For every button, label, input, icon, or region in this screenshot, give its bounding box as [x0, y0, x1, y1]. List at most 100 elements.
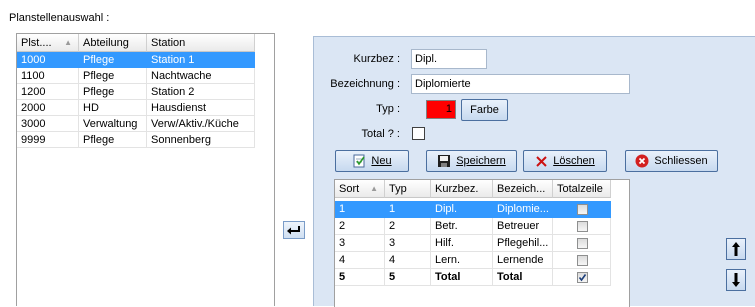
totalzeile-checkbox[interactable]	[577, 221, 588, 232]
loeschen-button-label: Löschen	[553, 155, 595, 167]
cell-sort: 3	[335, 235, 385, 252]
col-header-abteilung[interactable]: Abteilung	[79, 34, 147, 52]
cell-station: Station 1	[147, 52, 255, 68]
cell-plst: 9999	[17, 132, 79, 148]
checkmark-icon	[578, 274, 587, 282]
planstelle-row[interactable]: 1200 Pflege Station 2	[17, 84, 255, 100]
neu-button[interactable]: Neu	[335, 150, 409, 172]
col-header-plst-label: Plst....	[21, 37, 52, 49]
totalzeile-checkbox[interactable]	[577, 238, 588, 249]
cell-station: Hausdienst	[147, 100, 255, 116]
totalzeile-checkbox[interactable]	[577, 204, 588, 215]
bezeichnung-field[interactable]: Diplomierte	[411, 74, 630, 94]
cell-abteilung: HD	[79, 100, 147, 116]
typ-row[interactable]: 3 3 Hilf. Pflegehil...	[335, 235, 611, 252]
typ-row[interactable]: 5 5 Total Total	[335, 269, 611, 286]
schliessen-button[interactable]: Schliessen	[625, 150, 718, 172]
total-checkbox[interactable]	[412, 127, 425, 140]
cell-abteilung: Verwaltung	[79, 116, 147, 132]
col-header-totalzeile-label: Totalzeile	[557, 183, 603, 195]
kurzbez-field[interactable]: Dipl.	[411, 49, 487, 69]
farbe-button[interactable]: Farbe	[461, 99, 508, 121]
cell-kurzbez: Total	[431, 269, 493, 286]
move-down-button[interactable]	[726, 269, 746, 291]
arrow-down-icon	[732, 273, 740, 287]
move-up-button[interactable]	[726, 238, 746, 260]
col-header-sort[interactable]: Sort ▲	[335, 180, 385, 198]
cell-totalzeile	[553, 235, 611, 252]
cell-totalzeile	[553, 269, 611, 286]
cell-typ: 3	[385, 235, 431, 252]
col-header-typ[interactable]: Typ	[385, 180, 431, 198]
cell-station: Nachtwache	[147, 68, 255, 84]
typ-row[interactable]: 1 1 Dipl. Diplomie...	[335, 201, 611, 218]
arrow-left-return-icon	[287, 226, 300, 235]
col-header-station-label: Station	[151, 37, 186, 49]
cell-bezeich: Betreuer	[493, 218, 553, 235]
transfer-button[interactable]	[283, 221, 305, 239]
col-header-totalzeile[interactable]: Totalzeile	[553, 180, 611, 198]
totalzeile-checkbox[interactable]	[577, 255, 588, 266]
cell-plst: 1000	[17, 52, 79, 68]
cell-abteilung: Pflege	[79, 52, 147, 68]
kurzbez-label: Kurzbez :	[353, 53, 400, 65]
planstelle-row[interactable]: 1000 Pflege Station 1	[17, 52, 255, 68]
cell-kurzbez: Hilf.	[431, 235, 493, 252]
neu-button-label: Neu	[371, 155, 392, 167]
cell-typ: 2	[385, 218, 431, 235]
planstelle-row[interactable]: 1100 Pflege Nachtwache	[17, 68, 255, 84]
col-header-sort-label: Sort	[339, 183, 360, 195]
speichern-button[interactable]: Speichern	[426, 150, 517, 172]
delete-x-icon	[536, 155, 547, 167]
save-disk-icon	[438, 155, 451, 167]
cell-abteilung: Pflege	[79, 132, 147, 148]
cell-station: Station 2	[147, 84, 255, 100]
cell-bezeich: Lernende	[493, 252, 553, 269]
loeschen-button[interactable]: Löschen	[523, 150, 607, 172]
cell-typ: 1	[385, 201, 431, 218]
cell-bezeich: Pflegehil...	[493, 235, 553, 252]
col-header-typ-label: Typ	[389, 183, 407, 195]
typ-row[interactable]: 2 2 Betr. Betreuer	[335, 218, 611, 235]
cell-plst: 3000	[17, 116, 79, 132]
cell-totalzeile	[553, 201, 611, 218]
cell-station: Verw/Aktiv./Küche	[147, 116, 255, 132]
cell-bezeich: Diplomie...	[493, 201, 553, 218]
col-header-station[interactable]: Station	[147, 34, 255, 52]
typ-color-field[interactable]: 1	[426, 100, 456, 119]
speichern-button-label: Speichern	[456, 155, 506, 167]
cell-sort: 2	[335, 218, 385, 235]
total-label: Total ? :	[361, 128, 400, 140]
cell-typ: 5	[385, 269, 431, 286]
col-header-abteilung-label: Abteilung	[83, 37, 129, 49]
bezeichnung-label: Bezeichnung :	[330, 78, 400, 90]
typ-label: Typ :	[376, 103, 400, 115]
farbe-button-label: Farbe	[470, 104, 499, 116]
cell-bezeich: Total	[493, 269, 553, 286]
cell-typ: 4	[385, 252, 431, 269]
typ-grid[interactable]: Sort ▲ Typ Kurzbez. Bezeich... Totalzeil…	[334, 179, 630, 307]
planstellen-grid[interactable]: Plst.... ▲ Abteilung Station 1000 Pflege…	[16, 33, 275, 306]
planstelle-row[interactable]: 2000 HD Hausdienst	[17, 100, 255, 116]
close-circle-icon	[635, 154, 649, 168]
cell-sort: 5	[335, 269, 385, 286]
cell-kurzbez: Dipl.	[431, 201, 493, 218]
col-header-bezeich-label: Bezeich...	[497, 183, 546, 195]
cell-plst: 1200	[17, 84, 79, 100]
cell-station: Sonnenberg	[147, 132, 255, 148]
cell-sort: 4	[335, 252, 385, 269]
totalzeile-checkbox-checked[interactable]	[577, 272, 588, 283]
typ-row[interactable]: 4 4 Lern. Lernende	[335, 252, 611, 269]
cell-abteilung: Pflege	[79, 84, 147, 100]
col-header-bezeich[interactable]: Bezeich...	[493, 180, 553, 198]
cell-plst: 1100	[17, 68, 79, 84]
col-header-kurzbez[interactable]: Kurzbez.	[431, 180, 493, 198]
planstelle-row[interactable]: 9999 Pflege Sonnenberg	[17, 132, 255, 148]
sort-ascending-icon: ▲	[370, 184, 378, 193]
arrow-up-icon	[732, 242, 740, 256]
schliessen-button-label: Schliessen	[654, 155, 708, 167]
cell-sort: 1	[335, 201, 385, 218]
planstellenauswahl-label: Planstellenauswahl :	[9, 12, 110, 24]
col-header-plst[interactable]: Plst.... ▲	[17, 34, 79, 52]
planstelle-row[interactable]: 3000 Verwaltung Verw/Aktiv./Küche	[17, 116, 255, 132]
